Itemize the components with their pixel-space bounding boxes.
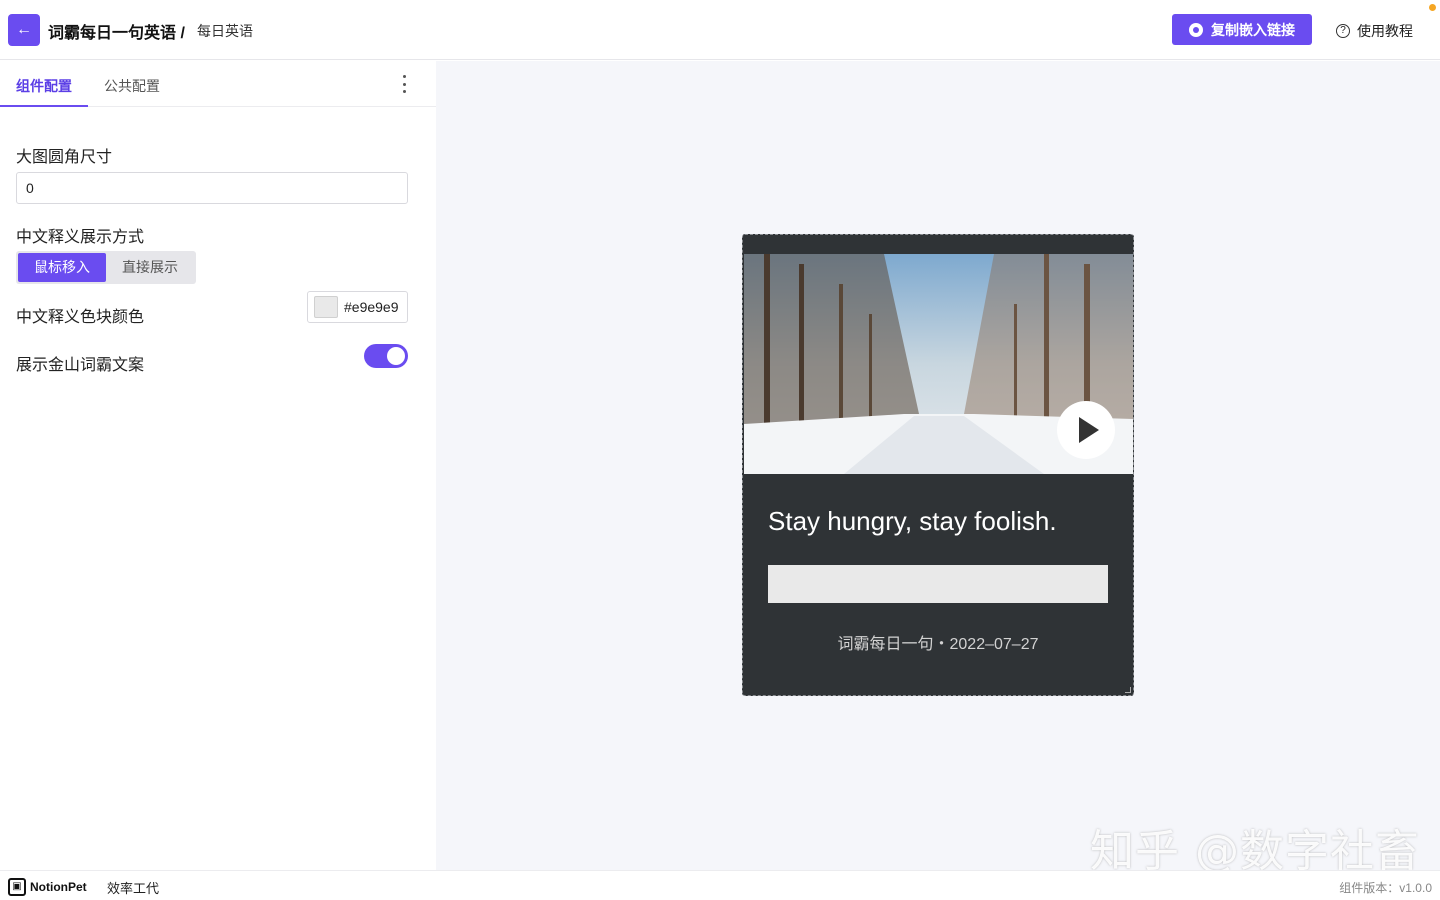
- help-icon: ?: [1336, 24, 1350, 38]
- radius-input[interactable]: [16, 172, 408, 204]
- play-button[interactable]: [1057, 401, 1115, 459]
- tutorial-label: 使用教程: [1357, 23, 1413, 39]
- page-title: 词霸每日一句英语 /: [48, 25, 185, 42]
- tutorial-link[interactable]: ? 使用教程: [1336, 21, 1413, 41]
- english-quote: Stay hungry, stay foolish.: [768, 506, 1057, 536]
- config-panel: 组件配置 公共配置 大图圆角尺寸 中文释义展示方式 鼠标移入 直接展示 中文释义…: [0, 61, 436, 870]
- cn-display-option-hover[interactable]: 鼠标移入: [18, 253, 106, 282]
- toggle-knob: [387, 347, 405, 365]
- tab-public-config[interactable]: 公共配置: [104, 76, 160, 96]
- copy-embed-link-button[interactable]: 复制嵌入链接: [1172, 14, 1312, 45]
- card-photo: [744, 254, 1133, 474]
- show-copy-toggle[interactable]: [364, 344, 408, 368]
- component-version: 组件版本：v1.0.0: [1339, 881, 1432, 895]
- notionpet-logo-icon: ▣: [8, 878, 26, 896]
- back-button[interactable]: ←: [8, 14, 40, 46]
- cn-color-picker[interactable]: #e9e9e9: [307, 291, 408, 323]
- chrome-icon: [1189, 22, 1203, 37]
- tab-component-config[interactable]: 组件配置: [16, 76, 72, 96]
- cn-color-value: #e9e9e9: [344, 299, 399, 315]
- show-copy-label: 展示金山词霸文案: [16, 357, 145, 374]
- resize-handle[interactable]: [1125, 687, 1131, 693]
- chinese-translation-block[interactable]: [768, 565, 1108, 603]
- cn-display-segmented: 鼠标移入 直接展示: [16, 251, 196, 284]
- efficiency-brand[interactable]: 效率工代: [107, 878, 159, 897]
- more-options-icon[interactable]: [400, 75, 408, 93]
- footer: ▣ NotionPet 效率工代 组件版本：v1.0.0: [0, 870, 1440, 900]
- preview-area: Stay hungry, stay foolish. 词霸每日一句・2022–0…: [436, 61, 1440, 870]
- page-subtitle: 每日英语: [197, 23, 253, 39]
- notification-dot: [1429, 4, 1436, 11]
- config-tabs: 组件配置 公共配置: [0, 61, 436, 107]
- notionpet-brand[interactable]: ▣ NotionPet: [8, 878, 87, 896]
- daily-english-card: Stay hungry, stay foolish. 词霸每日一句・2022–0…: [742, 234, 1134, 696]
- radius-label: 大图圆角尺寸: [16, 149, 113, 166]
- copy-embed-link-label: 复制嵌入链接: [1211, 21, 1295, 38]
- top-header: ← 词霸每日一句英语 / 每日英语 复制嵌入链接 ? 使用教程: [0, 0, 1440, 60]
- arrow-left-icon: ←: [16, 21, 32, 38]
- cn-display-option-direct[interactable]: 直接展示: [106, 253, 194, 282]
- color-swatch: [314, 296, 338, 318]
- cn-display-label: 中文释义展示方式: [16, 229, 145, 246]
- cn-color-label: 中文释义色块颜色: [16, 309, 145, 326]
- quote-source-date: 词霸每日一句・2022–07–27: [837, 636, 1039, 653]
- notionpet-label: NotionPet: [30, 880, 87, 894]
- active-tab-indicator: [0, 105, 88, 107]
